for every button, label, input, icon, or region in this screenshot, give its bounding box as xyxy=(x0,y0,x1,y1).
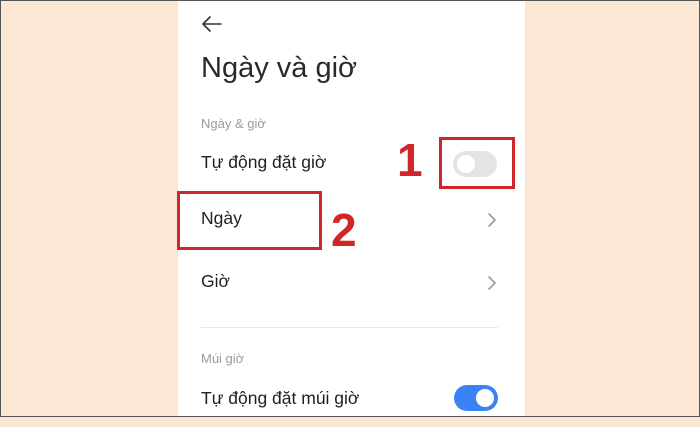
back-arrow-icon[interactable] xyxy=(200,12,224,36)
time-row[interactable]: Giờ xyxy=(178,255,525,309)
highlight-box-date xyxy=(177,191,322,250)
chevron-right-icon xyxy=(488,276,496,290)
auto-timezone-label: Tự động đặt múi giờ xyxy=(201,388,360,408)
section-header-timezone: Múi giờ xyxy=(201,351,245,366)
auto-timezone-row[interactable]: Tự động đặt múi giờ xyxy=(178,373,525,427)
page-title: Ngày và giờ xyxy=(201,52,358,84)
highlight-box-toggle xyxy=(439,137,515,189)
step-number-1: 1 xyxy=(397,134,423,186)
divider xyxy=(201,327,498,328)
auto-time-label: Tự động đặt giờ xyxy=(201,152,327,172)
time-label: Giờ xyxy=(201,271,230,291)
section-header-date-time: Ngày & giờ xyxy=(201,116,266,131)
step-number-2: 2 xyxy=(331,204,357,256)
toggle-knob xyxy=(476,389,494,407)
chevron-right-icon xyxy=(488,213,496,227)
auto-timezone-toggle[interactable] xyxy=(454,385,498,411)
